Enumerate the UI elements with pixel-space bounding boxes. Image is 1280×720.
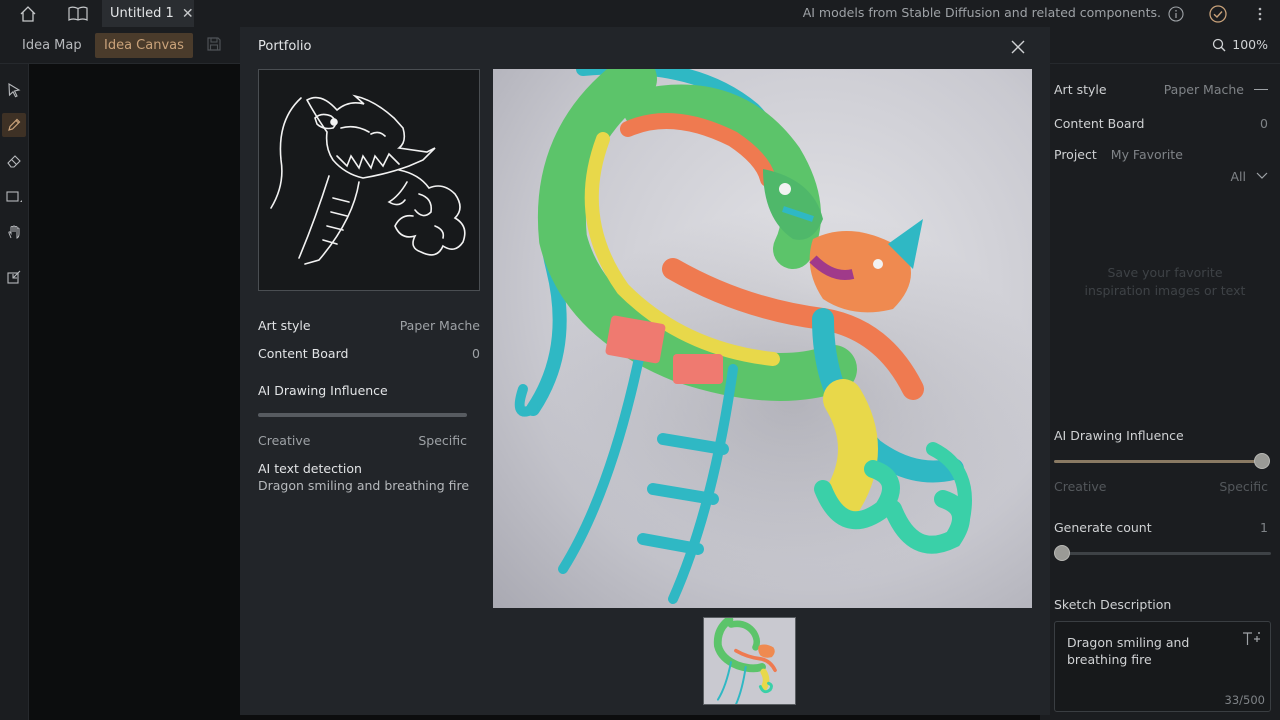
content-board-row[interactable]: Content Board 0 (1054, 116, 1268, 131)
sketch-description-title: Sketch Description (1054, 597, 1268, 612)
eraser-icon[interactable] (2, 149, 26, 173)
model-info-text: AI models from Stable Diffusion and rela… (802, 5, 1161, 20)
sketch-description-label: Sketch Description (1054, 597, 1172, 612)
modal-content-board-value: 0 (472, 346, 480, 361)
dragon-sketch-drawing (270, 94, 466, 265)
generate-count-slider-knob[interactable] (1054, 545, 1070, 561)
generated-thumbnail[interactable] (703, 617, 796, 705)
generate-count-label: Generate count (1054, 520, 1152, 535)
modal-creative-label: Creative (258, 433, 311, 448)
project-value: My Favorite (1110, 147, 1183, 162)
modal-art-style-value: Paper Mache (399, 318, 480, 333)
modal-influence-ends: Creative Specific (258, 433, 467, 448)
creative-label: Creative (1054, 479, 1107, 494)
thumbnail-dragon-image (706, 618, 795, 704)
generate-count-slider-track[interactable] (1054, 552, 1271, 555)
pointer-icon[interactable] (2, 78, 26, 102)
settings-panel: Art style Paper Mache Content Board 0 Pr… (1040, 64, 1280, 720)
influence-slider-knob[interactable] (1254, 453, 1270, 469)
modal-specific-label: Specific (418, 433, 467, 448)
sketch-description-input[interactable]: Dragon smiling and breathing fire 33/500 (1054, 621, 1271, 712)
modal-art-style-row: Art style Paper Mache (258, 318, 480, 333)
paper-mache-dragon-image (514, 69, 1032, 604)
check-circle-icon[interactable] (1207, 0, 1229, 27)
modal-influence-bar (258, 413, 467, 417)
zoom-value: 100% (1232, 37, 1268, 52)
idea-canvas-button[interactable]: Idea Canvas (95, 33, 193, 58)
dash-icon (1254, 89, 1268, 90)
home-icon[interactable] (14, 0, 42, 27)
import-icon[interactable] (2, 265, 26, 289)
modal-influence-row: AI Drawing Influence (258, 383, 480, 398)
search-icon (1213, 38, 1226, 51)
modal-content-board-row: Content Board 0 (258, 346, 480, 361)
empty-favorites-text: Save your favorite inspiration images or… (1084, 265, 1246, 298)
ai-text-detection-label: AI text detection (258, 461, 362, 476)
sketch-description-text: Dragon smiling and breathing fire (1067, 635, 1190, 667)
more-vertical-icon[interactable] (1254, 0, 1266, 27)
filter-value: All (1230, 169, 1247, 184)
influence-title-row: AI Drawing Influence (1054, 428, 1268, 443)
art-style-value: Paper Mache (1163, 82, 1244, 97)
top-tab-bar: Untitled 1 ✕ AI models from Stable Diffu… (0, 0, 1280, 27)
close-icon[interactable] (1010, 39, 1026, 55)
specific-label: Specific (1219, 479, 1268, 494)
content-board-label: Content Board (1054, 116, 1145, 131)
influence-ends: Creative Specific (1054, 479, 1268, 494)
project-row[interactable]: Project My Favorite (1054, 147, 1268, 162)
info-icon[interactable] (1166, 0, 1186, 27)
modal-art-style-label: Art style (258, 318, 311, 333)
generated-image (493, 69, 1032, 608)
portfolio-modal: Portfolio Art style Paper Mache Content … (240, 27, 1050, 715)
content-board-value: 0 (1260, 116, 1268, 131)
pencil-icon[interactable] (2, 113, 26, 137)
close-tab-icon[interactable]: ✕ (182, 6, 194, 22)
influence-slider-track[interactable] (1054, 460, 1263, 463)
save-icon[interactable] (206, 36, 222, 56)
ai-text-detection-value: Dragon smiling and breathing fire (258, 478, 470, 493)
tab-untitled-1[interactable]: Untitled 1 ✕ (102, 0, 194, 27)
hand-icon[interactable] (2, 220, 26, 244)
modal-content-board-label: Content Board (258, 346, 349, 361)
character-count: 33/500 (1224, 693, 1265, 707)
art-style-row[interactable]: Art style Paper Mache (1054, 82, 1268, 97)
tab-label: Untitled 1 (110, 6, 174, 21)
project-label: Project (1054, 147, 1097, 162)
book-icon[interactable] (64, 0, 92, 27)
text-magic-icon[interactable] (1240, 630, 1262, 648)
tool-sidebar (0, 64, 29, 720)
generate-count-value: 1 (1260, 520, 1268, 535)
modal-influence-label: AI Drawing Influence (258, 383, 388, 398)
zoom-control[interactable]: 100% (1212, 37, 1268, 52)
art-style-label: Art style (1054, 82, 1107, 97)
filter-dropdown[interactable]: All (1054, 169, 1268, 184)
sketch-preview (258, 69, 480, 291)
idea-map-button[interactable]: Idea Map (13, 33, 91, 58)
chevron-down-icon (1256, 172, 1268, 179)
modal-title: Portfolio (258, 39, 312, 54)
influence-label: AI Drawing Influence (1054, 428, 1184, 443)
generate-count-row: Generate count 1 (1054, 520, 1268, 535)
rectangle-icon[interactable] (2, 185, 26, 209)
